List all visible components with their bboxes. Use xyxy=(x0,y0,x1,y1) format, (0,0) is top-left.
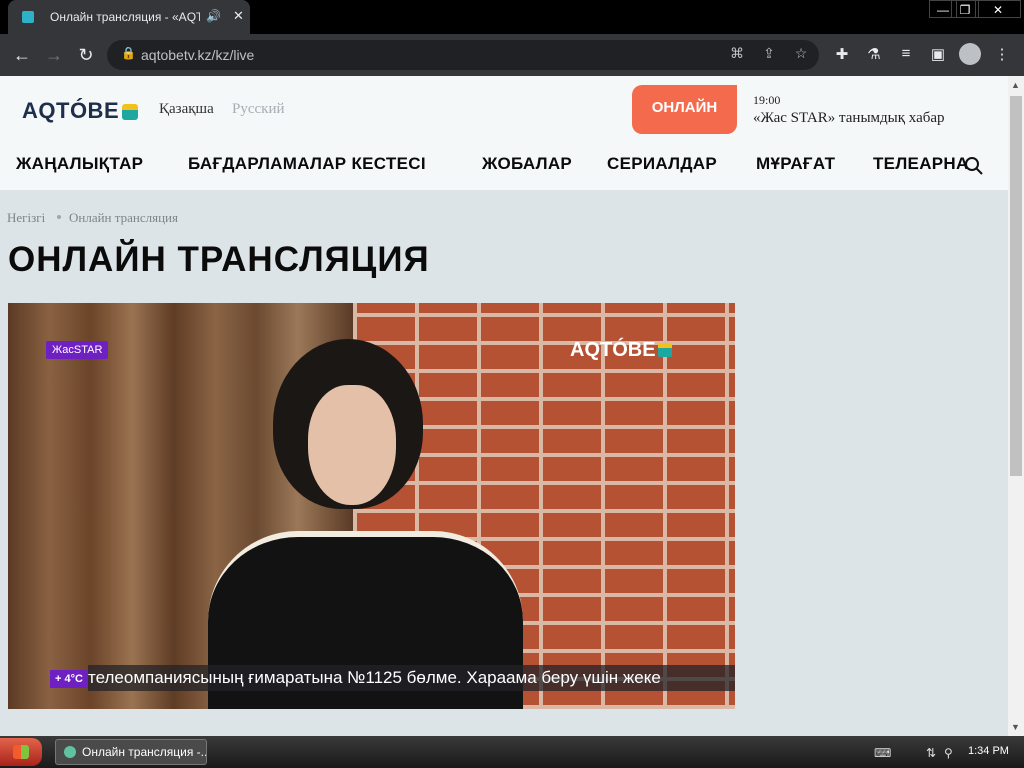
profile-avatar-icon[interactable] xyxy=(959,43,981,65)
address-bar[interactable]: 🔒 aqtobetv.kz/kz/live ⌘ ⇪ ☆ xyxy=(107,40,819,70)
live-video-player[interactable]: ЖасSTAR AQTÓBE + 4°C телеомпаниясының ғи… xyxy=(8,303,735,709)
show-badge: ЖасSTAR xyxy=(46,341,109,359)
lock-icon: 🔒 xyxy=(121,46,136,60)
close-tab-icon[interactable]: ✕ xyxy=(233,8,244,24)
taskbar-button-label: Онлайн трансляция -... xyxy=(82,745,207,759)
page-title: ОНЛАЙН ТРАНСЛЯЦИЯ xyxy=(8,240,430,279)
scroll-thumb[interactable] xyxy=(1010,96,1022,476)
address-url: aqtobetv.kz/kz/live xyxy=(141,47,255,63)
breadcrumb-separator xyxy=(57,215,61,219)
logo-mark-icon xyxy=(122,104,139,120)
temperature-badge: + 4°C xyxy=(50,670,88,688)
taskbar-chrome-button[interactable]: Онлайн трансляция -... xyxy=(55,739,207,765)
windows-logo-icon xyxy=(13,745,29,759)
menu-item-series[interactable]: СЕРИАЛДАР xyxy=(607,154,717,174)
menu-item-news[interactable]: ЖАҢАЛЫҚТАР xyxy=(16,154,143,174)
web-page: AQTÓBE Қазақша Русский ОНЛАЙН 19:00 «Жас… xyxy=(0,76,1008,736)
site-header: AQTÓBE Қазақша Русский ОНЛАЙН 19:00 «Жас… xyxy=(0,76,1008,190)
labs-flask-icon[interactable]: ⚗ xyxy=(864,45,884,63)
channel-watermark: AQTÓBE xyxy=(570,339,672,362)
reload-button[interactable]: ↻ xyxy=(74,43,98,67)
extensions-icon[interactable]: ✚ xyxy=(832,45,852,63)
site-favicon-icon xyxy=(22,11,34,23)
news-ticker: телеомпаниясының ғимаратына №1125 бөлме.… xyxy=(88,665,735,691)
menu-item-archive[interactable]: МҰРАҒАТ xyxy=(756,154,835,174)
schedule-time: 19:00 xyxy=(753,93,781,107)
os-taskbar: Онлайн трансляция -... ⌨ ⇅ ⚲ 1:34 PM xyxy=(0,736,1024,768)
share-icon[interactable]: ⇪ xyxy=(759,45,779,62)
network-icon[interactable]: ⇅ xyxy=(926,746,936,760)
search-icon[interactable] xyxy=(964,156,984,176)
site-logo[interactable]: AQTÓBE xyxy=(22,98,139,124)
language-kazakh-link[interactable]: Қазақша xyxy=(159,101,214,118)
media-controls-icon[interactable]: ≡ xyxy=(896,45,916,62)
channel-watermark-text: AQTÓBE xyxy=(570,339,656,361)
back-button[interactable]: ← xyxy=(10,43,34,67)
translate-icon[interactable]: ⌘ xyxy=(727,45,747,62)
tab-title: Онлайн трансляция - «AQTÓ xyxy=(50,10,200,24)
site-logo-text: AQTÓBE xyxy=(22,98,120,123)
side-panel-icon[interactable]: ▣ xyxy=(928,45,948,63)
scroll-down-icon[interactable]: ▼ xyxy=(1011,722,1020,732)
search-tray-icon[interactable]: ⚲ xyxy=(944,746,953,760)
audio-playing-icon[interactable]: 🔊 xyxy=(206,9,221,23)
scroll-up-icon[interactable]: ▲ xyxy=(1011,80,1020,90)
chrome-icon xyxy=(64,746,76,758)
bookmark-star-icon[interactable]: ☆ xyxy=(791,45,811,62)
browser-tab-bar: Онлайн трансляция - «AQTÓ 🔊 ✕ — ❐ ✕ xyxy=(0,0,1024,34)
taskbar-clock: 1:34 PM xyxy=(968,745,1009,757)
menu-item-channel[interactable]: ТЕЛЕАРНА xyxy=(873,154,969,174)
presenter-face xyxy=(308,385,396,505)
language-russian-link[interactable]: Русский xyxy=(232,101,285,118)
close-window-button[interactable]: ✕ xyxy=(975,0,1021,18)
menu-item-schedule[interactable]: БАҒДАРЛАМАЛАР КЕСТЕСІ xyxy=(188,154,426,174)
browser-menu-icon[interactable]: ⋮ xyxy=(992,45,1012,63)
breadcrumb-current: Онлайн трансляция xyxy=(69,210,178,225)
keyboard-icon[interactable]: ⌨ xyxy=(874,746,891,760)
watermark-mark-icon xyxy=(657,343,672,357)
menu-item-projects[interactable]: ЖОБАЛАР xyxy=(482,154,572,174)
start-button[interactable] xyxy=(0,738,42,766)
browser-toolbar: ← → ↻ 🔒 aqtobetv.kz/kz/live ⌘ ⇪ ☆ ✚ ⚗ ≡ … xyxy=(0,34,1024,76)
breadcrumb-home-link[interactable]: Негізгі xyxy=(7,210,45,226)
browser-tab[interactable]: Онлайн трансляция - «AQTÓ 🔊 ✕ xyxy=(8,0,250,34)
forward-button[interactable]: → xyxy=(42,43,66,67)
online-button[interactable]: ОНЛАЙН xyxy=(632,85,737,134)
page-scrollbar[interactable]: ▲ ▼ xyxy=(1008,76,1024,736)
schedule-title[interactable]: «Жас STAR» танымдық хабар xyxy=(753,110,945,127)
